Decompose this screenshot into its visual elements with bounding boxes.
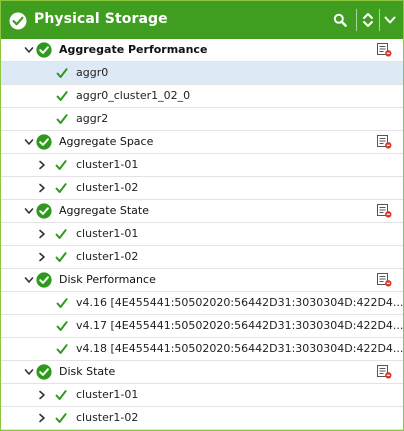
- tree-item-label: cluster1-01: [76, 227, 139, 240]
- report-icon[interactable]: [377, 43, 392, 57]
- tree-group-label: Aggregate Space: [59, 135, 154, 148]
- check-circle-icon: [36, 364, 52, 380]
- tree-item-label: cluster1-01: [76, 388, 139, 401]
- tree-item-label: aggr0_cluster1_02_0: [76, 89, 191, 102]
- panel-title: Physical Storage: [34, 11, 168, 27]
- tree-item-label: cluster1-02: [76, 250, 139, 263]
- tree-item-label: v4.18 [4E455441:50502020:56442D31:303030…: [76, 342, 404, 355]
- tree-item-label: cluster1-02: [76, 411, 139, 424]
- tree-item[interactable]: cluster1-02: [1, 246, 403, 269]
- tree-group[interactable]: Disk State: [1, 361, 403, 384]
- chevron-down-icon[interactable]: [23, 136, 35, 148]
- tree-item[interactable]: aggr0_cluster1_02_0: [1, 85, 403, 108]
- tree-item-label: aggr2: [76, 112, 109, 125]
- chevron-right-icon[interactable]: [36, 412, 48, 424]
- chevron-down-icon[interactable]: [23, 44, 35, 56]
- check-circle-icon: [36, 272, 52, 288]
- tree-group[interactable]: Aggregate Space: [1, 131, 403, 154]
- chevron-right-icon[interactable]: [36, 389, 48, 401]
- check-mark-icon: [55, 389, 67, 401]
- check-circle-icon: [36, 134, 52, 150]
- check-circle-icon: [9, 12, 27, 30]
- tree-item-label: cluster1-01: [76, 158, 139, 171]
- check-mark-icon: [55, 412, 67, 424]
- panel-header: Physical Storage: [1, 1, 403, 39]
- report-icon[interactable]: [377, 273, 392, 287]
- chevron-down-icon[interactable]: [380, 10, 400, 30]
- tree-group-label: Aggregate Performance: [59, 43, 208, 56]
- tree-item[interactable]: aggr2: [1, 108, 403, 131]
- check-mark-icon: [56, 297, 68, 309]
- tree-item[interactable]: v4.16 [4E455441:50502020:56442D31:303030…: [1, 292, 403, 315]
- chevron-down-icon[interactable]: [23, 366, 35, 378]
- check-mark-icon: [56, 343, 68, 355]
- tree-item[interactable]: cluster1-01: [1, 223, 403, 246]
- report-icon[interactable]: [377, 365, 392, 379]
- check-mark-icon: [55, 159, 67, 171]
- chevron-down-icon[interactable]: [23, 205, 35, 217]
- search-icon[interactable]: [330, 10, 350, 30]
- chevron-right-icon[interactable]: [36, 251, 48, 263]
- chevron-right-icon[interactable]: [36, 182, 48, 194]
- check-mark-icon: [56, 90, 68, 102]
- sort-updown-icon[interactable]: [358, 10, 378, 30]
- physical-storage-panel: Physical Storage Aggregate Performance ag…: [0, 0, 404, 431]
- header-divider: [356, 9, 357, 31]
- report-icon[interactable]: [377, 204, 392, 218]
- check-mark-icon: [55, 251, 67, 263]
- tree-group[interactable]: Aggregate Performance: [1, 39, 403, 62]
- check-mark-icon: [56, 320, 68, 332]
- tree-group-label: Disk Performance: [59, 273, 156, 286]
- check-mark-icon: [55, 228, 67, 240]
- tree-item-label: cluster1-02: [76, 181, 139, 194]
- chevron-right-icon[interactable]: [36, 228, 48, 240]
- tree-item[interactable]: cluster1-02: [1, 177, 403, 200]
- tree-item[interactable]: cluster1-01: [1, 154, 403, 177]
- chevron-right-icon[interactable]: [36, 159, 48, 171]
- check-mark-icon: [55, 182, 67, 194]
- tree-item[interactable]: v4.18 [4E455441:50502020:56442D31:303030…: [1, 338, 403, 361]
- tree-group[interactable]: Disk Performance: [1, 269, 403, 292]
- tree-item[interactable]: cluster1-01: [1, 384, 403, 407]
- tree-item[interactable]: v4.17 [4E455441:50502020:56442D31:303030…: [1, 315, 403, 338]
- check-mark-icon: [56, 67, 68, 79]
- tree-group[interactable]: Aggregate State: [1, 200, 403, 223]
- tree-item-label: v4.17 [4E455441:50502020:56442D31:303030…: [76, 319, 404, 332]
- tree-item[interactable]: cluster1-02: [1, 407, 403, 430]
- tree-item-label: v4.16 [4E455441:50502020:56442D31:303030…: [76, 296, 404, 309]
- chevron-down-icon[interactable]: [23, 274, 35, 286]
- check-circle-icon: [36, 42, 52, 58]
- check-circle-icon: [36, 203, 52, 219]
- report-icon[interactable]: [377, 135, 392, 149]
- tree-item[interactable]: aggr0: [1, 62, 403, 85]
- tree-group-label: Disk State: [59, 365, 116, 378]
- tree-item-label: aggr0: [76, 66, 109, 79]
- tree-group-label: Aggregate State: [59, 204, 149, 217]
- storage-tree: Aggregate Performance aggr0 aggr0_cluster1…: [1, 39, 403, 430]
- check-mark-icon: [56, 113, 68, 125]
